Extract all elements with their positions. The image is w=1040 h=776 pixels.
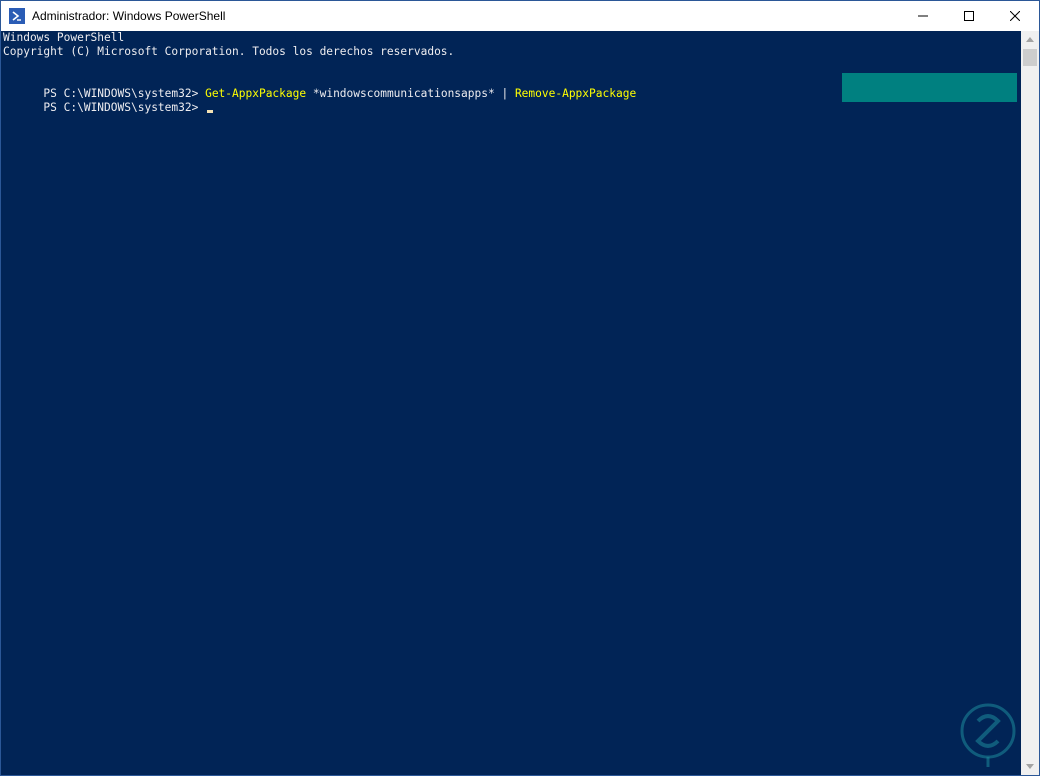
minimize-button[interactable] [900, 1, 946, 31]
scroll-down-arrow-icon [1026, 764, 1034, 769]
console-line-header: Windows PowerShell [3, 31, 125, 44]
window-title: Administrador: Windows PowerShell [32, 9, 226, 23]
highlight-box [842, 73, 1017, 102]
text-cursor [207, 110, 214, 113]
scroll-thumb[interactable] [1023, 49, 1037, 66]
maximize-icon [964, 11, 974, 21]
maximize-button[interactable] [946, 1, 992, 31]
scroll-up-arrow-icon [1026, 37, 1034, 42]
close-button[interactable] [992, 1, 1038, 31]
powershell-window: Administrador: Windows PowerShell Window… [0, 0, 1040, 776]
console-line-copyright: Copyright (C) Microsoft Corporation. Tod… [3, 45, 455, 58]
title-bar[interactable]: Administrador: Windows PowerShell [1, 1, 1039, 31]
powershell-icon [9, 8, 25, 24]
command-get-appxpackage: Get-AppxPackage [205, 87, 307, 100]
console-line-prompt[interactable]: PS C:\WINDOWS\system32> [3, 87, 214, 114]
command-argument: *windowscommunicationsapps* | [306, 87, 515, 100]
vertical-scrollbar[interactable] [1021, 31, 1039, 775]
console-area[interactable]: Windows PowerShell Copyright (C) Microso… [1, 31, 1021, 775]
watermark-logo-icon [960, 703, 1016, 767]
close-icon [1010, 11, 1020, 21]
scroll-down-button[interactable] [1021, 758, 1039, 775]
minimize-icon [918, 15, 928, 17]
console-prompt: PS C:\WINDOWS\system32> [43, 101, 206, 114]
scroll-up-button[interactable] [1021, 31, 1039, 48]
console-line-command: PS C:\WINDOWS\system32> Get-AppxPackage … [3, 73, 636, 100]
command-remove-appxpackage: Remove-AppxPackage [514, 87, 637, 100]
